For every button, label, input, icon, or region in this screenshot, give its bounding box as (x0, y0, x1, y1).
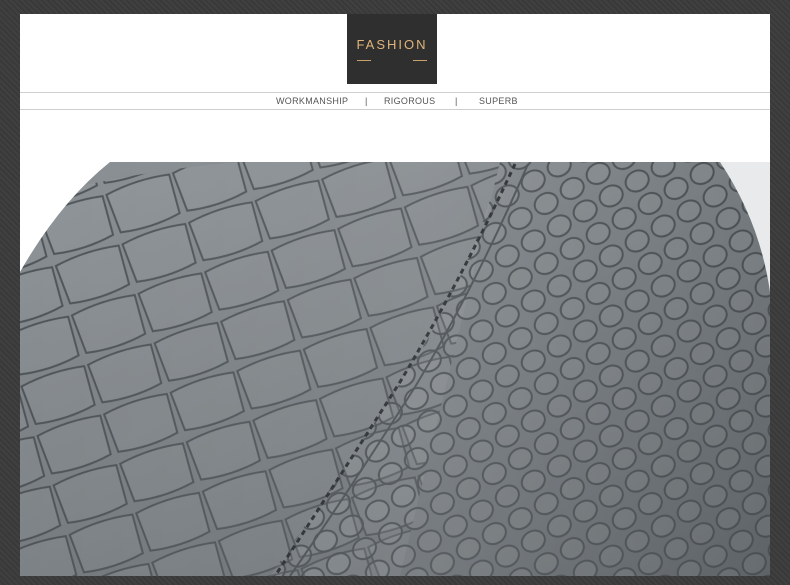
tagline-superb: SUPERB (479, 96, 518, 106)
fashion-badge: FASHION (347, 14, 437, 84)
tagline-divider: | (455, 96, 458, 106)
tagline-rigorous: RIGOROUS (384, 96, 436, 106)
leather-texture-image (20, 162, 770, 576)
tagline-workmanship: WORKMANSHIP (276, 96, 349, 106)
leather-texture-photo (20, 162, 770, 576)
tagline-bar: WORKMANSHIP | RIGOROUS | SUPERB (20, 92, 770, 110)
page-background: FASHION WORKMANSHIP | RIGOROUS | SUPERB (0, 0, 790, 585)
badge-title: FASHION (356, 36, 428, 52)
badge-underline (357, 58, 427, 62)
tagline-divider: | (365, 96, 368, 106)
